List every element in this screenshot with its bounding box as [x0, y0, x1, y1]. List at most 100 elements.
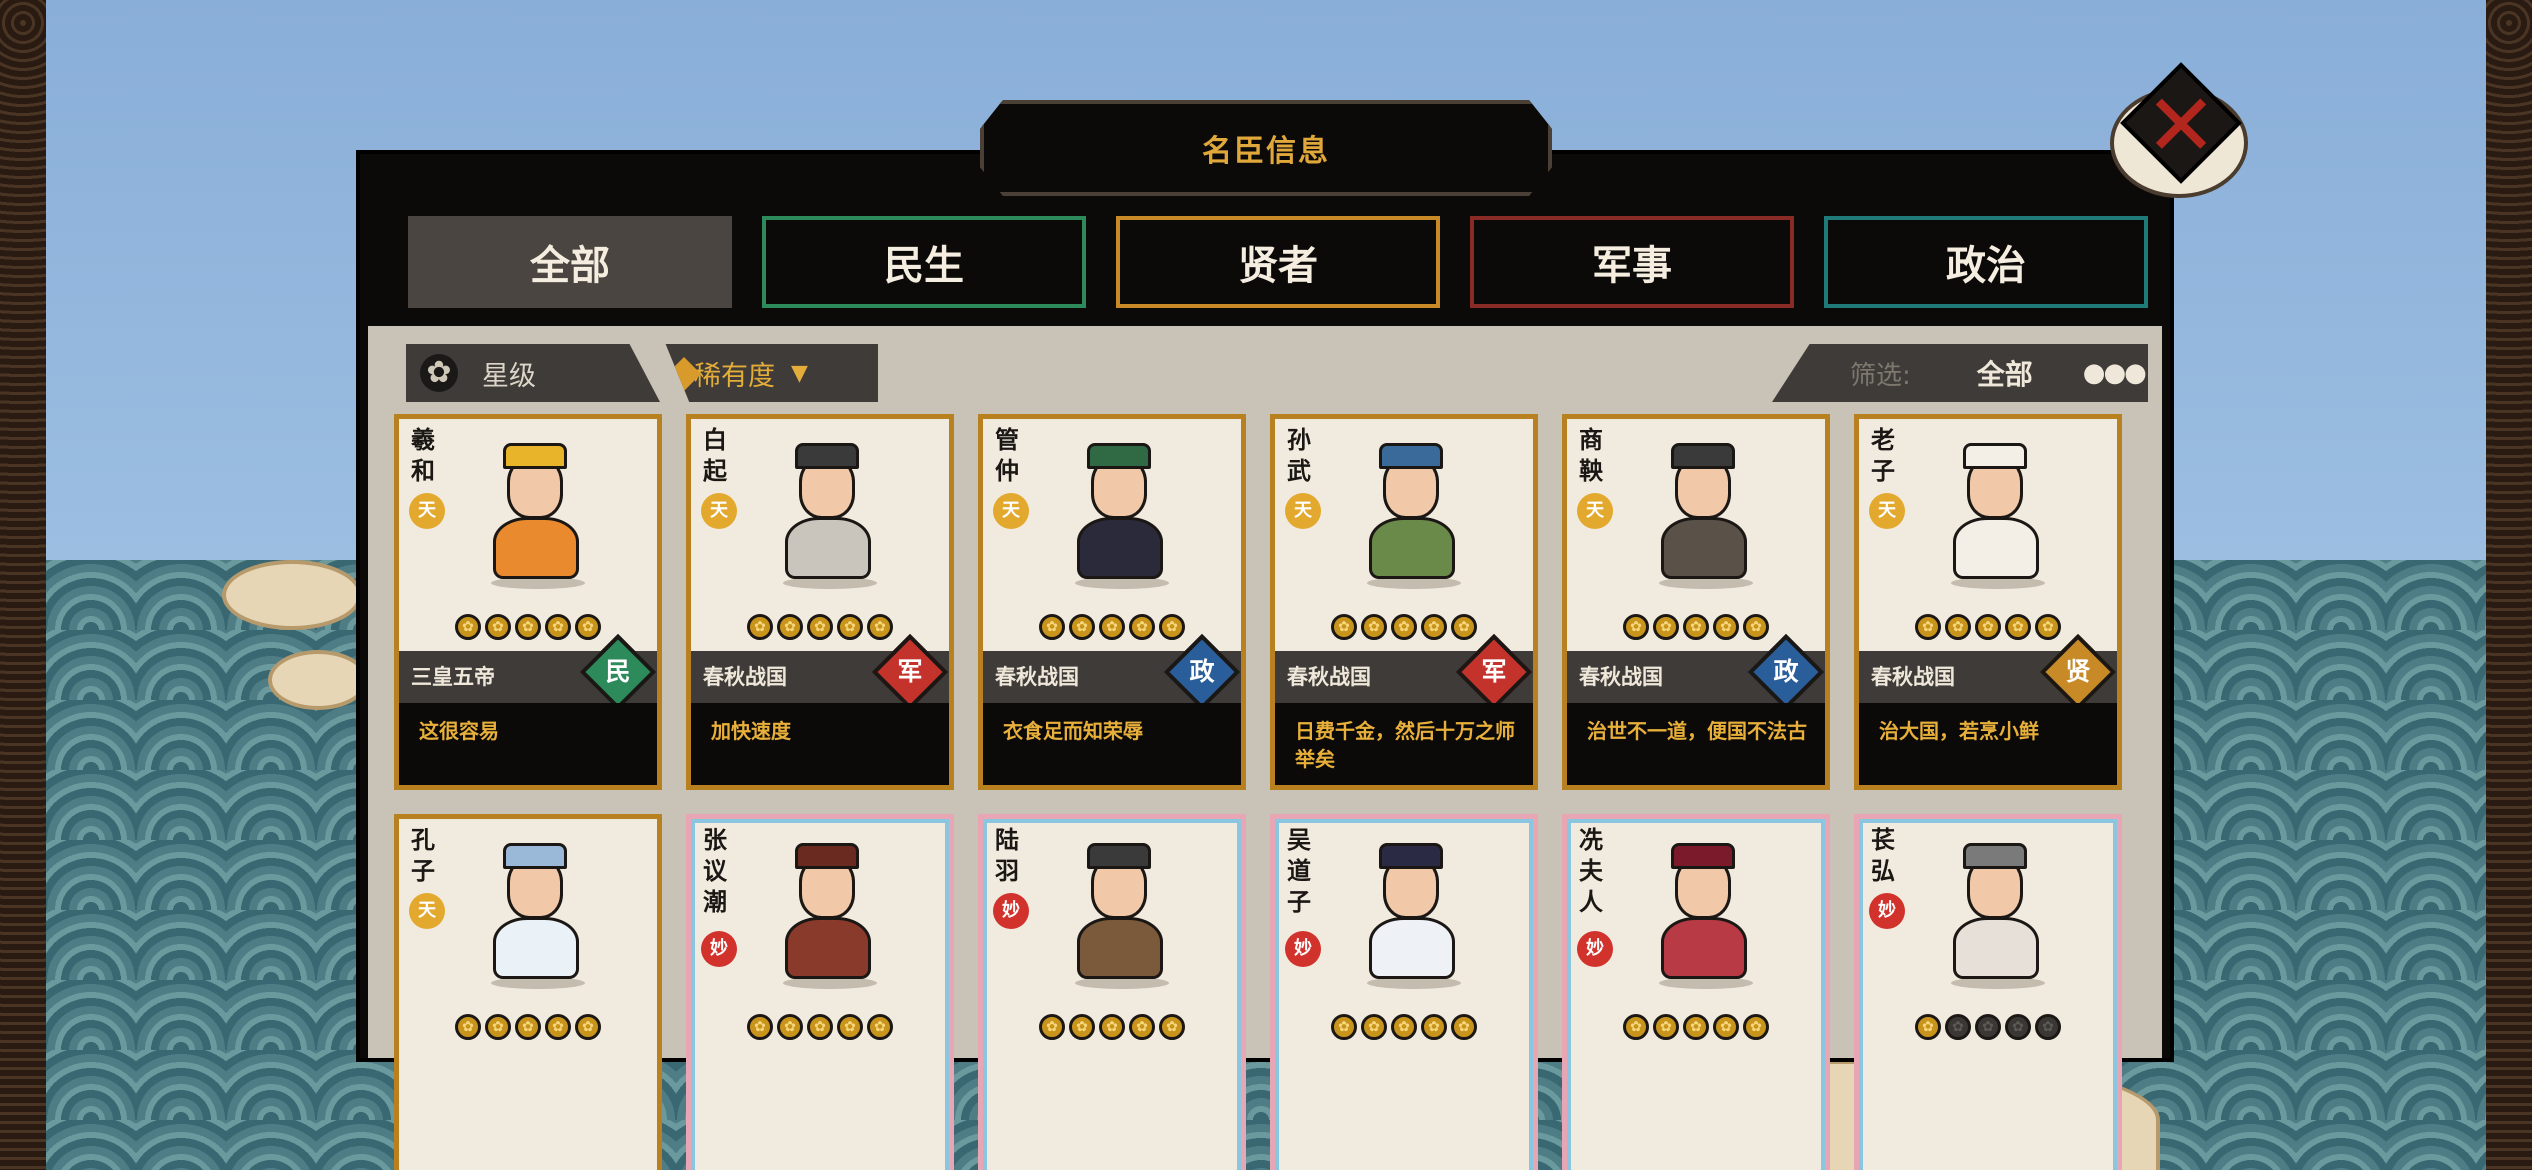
rarity-badge: 妙	[1869, 893, 1905, 929]
sort-by-rarity-button[interactable]: 稀有度 ▼	[665, 344, 878, 402]
filter-value: 全部	[1976, 358, 2033, 391]
minister-card[interactable]: 孙武天 ✿ ✿ ✿ ✿ ✿ 春秋战国军日费千金，然后十万之师举矣	[1270, 414, 1538, 790]
sort-rarity-label: 稀有度	[694, 360, 775, 392]
star-icon: ✿	[1069, 1014, 1095, 1040]
category-tabs: 全部 民生 贤者 军事 政治	[408, 216, 2148, 308]
minister-portrait	[1057, 839, 1187, 989]
sort-by-star-button[interactable]: ✿ 星级	[406, 344, 660, 402]
minister-card[interactable]: 冼夫人妙 ✿ ✿ ✿ ✿ ✿	[1562, 814, 1830, 1170]
minister-portrait	[1057, 439, 1187, 589]
title-plate: 名臣信息	[980, 100, 1552, 196]
star-icon: ✿	[1975, 614, 2001, 640]
star-icon: ✿	[1451, 1014, 1477, 1040]
island-left-lower	[268, 650, 368, 710]
minister-card[interactable]: 老子天 ✿ ✿ ✿ ✿ ✿ 春秋战国贤治大国，若烹小鲜	[1854, 414, 2122, 790]
star-icon: ✿	[1361, 1014, 1387, 1040]
star-rating: ✿ ✿ ✿ ✿ ✿	[1859, 1014, 2117, 1040]
star-icon: ✿	[837, 1014, 863, 1040]
minister-name: 张议潮	[703, 826, 727, 916]
rarity-badge: 天	[409, 893, 445, 929]
rarity-badge: 天	[1869, 493, 1905, 529]
star-icon: ✿	[1129, 614, 1155, 640]
minister-card[interactable]: 苌弘妙 ✿ ✿ ✿ ✿ ✿	[1854, 814, 2122, 1170]
minister-name: 商鞅	[1579, 426, 1603, 485]
star-icon: ✿	[1099, 1014, 1125, 1040]
star-icon: ✿	[1129, 1014, 1155, 1040]
star-icon: ✿	[545, 1014, 571, 1040]
minister-portrait	[473, 439, 603, 589]
star-icon: ✿	[1623, 1014, 1649, 1040]
minister-panel: 全部 民生 贤者 军事 政治 ✿ 星级 稀有度 ▼ 筛选: 全部 ●●● 羲和天…	[356, 150, 2174, 1170]
sort-star-label: 星级	[482, 360, 536, 392]
tab-xianzhe[interactable]: 贤者	[1116, 216, 1440, 308]
minister-quote: 日费千金，然后十万之师举矣	[1275, 703, 1533, 785]
rarity-badge: 天	[993, 493, 1029, 529]
minister-card[interactable]: 商鞅天 ✿ ✿ ✿ ✿ ✿ 春秋战国政治世不一道，便国不法古	[1562, 414, 1830, 790]
minister-card[interactable]: 羲和天 ✿ ✿ ✿ ✿ ✿ 三皇五帝民这很容易	[394, 414, 662, 790]
star-icon: ✿	[1915, 1014, 1941, 1040]
minister-card[interactable]: 白起天 ✿ ✿ ✿ ✿ ✿ 春秋战国军加快速度	[686, 414, 954, 790]
minister-portrait	[1349, 839, 1479, 989]
minister-portrait	[1641, 439, 1771, 589]
star-icon: ✿	[1915, 614, 1941, 640]
star-icon: ✿	[1683, 1014, 1709, 1040]
star-rating: ✿ ✿ ✿ ✿ ✿	[399, 1014, 657, 1040]
star-icon: ✿	[515, 614, 541, 640]
minister-name: 管仲	[995, 426, 1019, 485]
flower-icon: ✿	[420, 354, 458, 392]
minister-card[interactable]: 吴道子妙 ✿ ✿ ✿ ✿ ✿	[1270, 814, 1538, 1170]
card-list-area: ✿ 星级 稀有度 ▼ 筛选: 全部 ●●● 羲和天 ✿ ✿ ✿ ✿ ✿ 三皇五帝民这很容易白…	[368, 326, 2162, 1170]
minister-name: 冼夫人	[1579, 826, 1603, 916]
island-left	[222, 560, 362, 630]
minister-name: 陆羽	[995, 826, 1019, 885]
minister-card[interactable]: 陆羽妙 ✿ ✿ ✿ ✿ ✿	[978, 814, 1246, 1170]
star-icon: ✿	[2035, 1014, 2061, 1040]
minister-card[interactable]: 管仲天 ✿ ✿ ✿ ✿ ✿ 春秋战国政衣食足而知荣辱	[978, 414, 1246, 790]
star-icon: ✿	[1713, 1014, 1739, 1040]
minister-portrait	[1349, 439, 1479, 589]
star-icon: ✿	[1391, 1014, 1417, 1040]
star-icon: ✿	[515, 1014, 541, 1040]
star-icon: ✿	[807, 614, 833, 640]
minister-quote: 这很容易	[399, 703, 657, 785]
category-tag-label: 政	[1189, 657, 1215, 686]
minister-card[interactable]: 张议潮妙 ✿ ✿ ✿ ✿ ✿	[686, 814, 954, 1170]
star-icon: ✿	[1743, 614, 1769, 640]
star-icon: ✿	[1451, 614, 1477, 640]
star-icon: ✿	[1099, 614, 1125, 640]
minister-quote: 加快速度	[691, 703, 949, 785]
star-icon: ✿	[777, 1014, 803, 1040]
star-icon: ✿	[1391, 614, 1417, 640]
minister-portrait	[1933, 839, 2063, 989]
star-icon: ✿	[1039, 1014, 1065, 1040]
tab-zhengzhi[interactable]: 政治	[1824, 216, 2148, 308]
star-icon: ✿	[1975, 1014, 2001, 1040]
minister-name: 羲和	[411, 426, 435, 485]
star-icon: ✿	[1945, 1014, 1971, 1040]
star-icon: ✿	[485, 1014, 511, 1040]
tab-all[interactable]: 全部	[408, 216, 732, 308]
rarity-badge: 天	[1577, 493, 1613, 529]
minister-card-grid: 羲和天 ✿ ✿ ✿ ✿ ✿ 三皇五帝民这很容易 白起天 ✿ ✿ ✿ ✿ ✿ 春秋战国军加快速度 管仲天 ✿ ✿ ✿…	[394, 414, 2122, 1170]
page-title: 名臣信息	[1202, 134, 1330, 169]
star-icon: ✿	[1623, 614, 1649, 640]
close-button[interactable]: ✕	[2110, 62, 2248, 228]
rarity-badge: 妙	[1577, 931, 1613, 967]
minister-portrait	[473, 839, 603, 989]
category-tag-label: 政	[1773, 657, 1799, 686]
star-icon: ✿	[1743, 1014, 1769, 1040]
tab-junshi[interactable]: 军事	[1470, 216, 1794, 308]
star-icon: ✿	[1653, 614, 1679, 640]
star-icon: ✿	[545, 614, 571, 640]
star-icon: ✿	[1039, 614, 1065, 640]
star-icon: ✿	[575, 1014, 601, 1040]
star-icon: ✿	[485, 614, 511, 640]
minister-portrait	[765, 839, 895, 989]
minister-card[interactable]: 孔子天 ✿ ✿ ✿ ✿ ✿	[394, 814, 662, 1170]
minister-portrait	[765, 439, 895, 589]
filter-dropdown[interactable]: 筛选: 全部 ●●●	[1772, 344, 2148, 402]
tab-minsheng[interactable]: 民生	[762, 216, 1086, 308]
more-icon[interactable]: ●●●	[2083, 358, 2147, 388]
star-icon: ✿	[1361, 614, 1387, 640]
star-icon: ✿	[1945, 614, 1971, 640]
